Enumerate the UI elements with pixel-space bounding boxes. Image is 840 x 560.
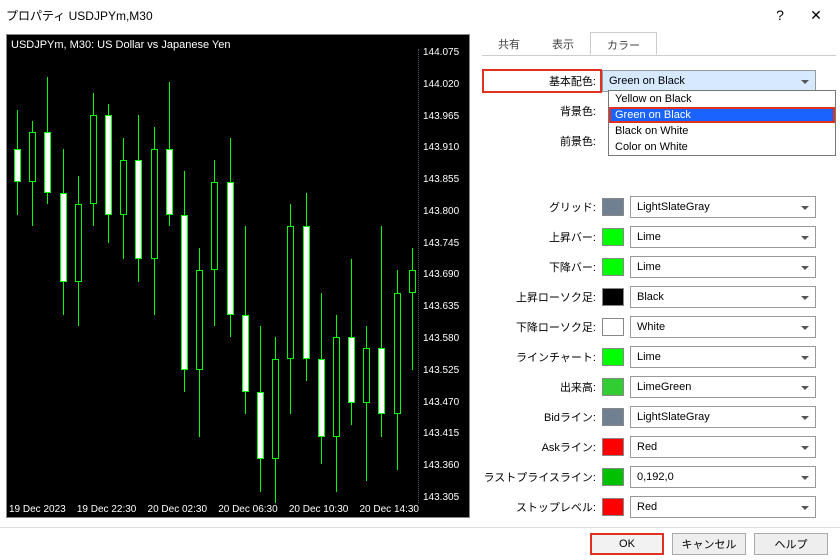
y-tick: 143.305	[419, 492, 467, 503]
option-black-on-white[interactable]: Black on White	[609, 123, 835, 139]
volume-swatch[interactable]	[602, 378, 624, 396]
ok-button[interactable]: OK	[590, 533, 664, 555]
option-green-on-black[interactable]: Green on Black	[609, 107, 835, 123]
window-title: プロパティ USDJPYm,M30	[6, 7, 762, 24]
stop-swatch[interactable]	[602, 498, 624, 516]
y-tick: 143.580	[419, 333, 467, 344]
ask-swatch[interactable]	[602, 438, 624, 456]
option-yellow-on-black[interactable]: Yellow on Black	[609, 91, 835, 107]
grid-swatch[interactable]	[602, 198, 624, 216]
linechart-dropdown[interactable]: Lime	[630, 346, 816, 368]
volume-label: 出来高:	[482, 379, 602, 395]
settings-panel: 共有 表示 カラー 基本配色: Green on Black 背景色: 前景色:…	[476, 30, 840, 527]
dialog-footer: OK キャンセル ヘルプ	[0, 527, 840, 559]
y-tick: 144.020	[419, 79, 467, 90]
x-tick: 20 Dec 06:30	[218, 504, 278, 517]
grid-label: グリッド:	[482, 199, 602, 215]
cand-up-swatch[interactable]	[602, 288, 624, 306]
ask-dropdown[interactable]: Red	[630, 436, 816, 458]
y-tick: 143.800	[419, 206, 467, 217]
y-tick: 143.470	[419, 397, 467, 408]
cand-dn-swatch[interactable]	[602, 318, 624, 336]
last-swatch[interactable]	[602, 468, 624, 486]
stop-dropdown[interactable]: Red	[630, 496, 816, 518]
chart-preview: USDJPYm, M30: US Dollar vs Japanese Yen …	[6, 34, 470, 518]
tabstrip: 共有 表示 カラー	[482, 32, 836, 56]
bid-swatch[interactable]	[602, 408, 624, 426]
last-label: ラストプライスライン:	[482, 469, 602, 485]
close-button[interactable]: ✕	[798, 1, 834, 29]
tab-view[interactable]: 表示	[536, 32, 590, 55]
x-tick: 20 Dec 14:30	[360, 504, 420, 517]
cancel-button[interactable]: キャンセル	[672, 533, 746, 555]
bar-dn-dropdown[interactable]: Lime	[630, 256, 816, 278]
bid-dropdown[interactable]: LightSlateGray	[630, 406, 816, 428]
volume-dropdown[interactable]: LimeGreen	[630, 376, 816, 398]
bid-label: Bidライン:	[482, 409, 602, 425]
scheme-label: 基本配色:	[482, 69, 602, 93]
bar-dn-swatch[interactable]	[602, 258, 624, 276]
y-tick: 143.855	[419, 174, 467, 185]
cand-up-dropdown[interactable]: Black	[630, 286, 816, 308]
fg-label: 前景色:	[482, 133, 602, 149]
scheme-dropdown[interactable]: Green on Black	[602, 70, 816, 92]
option-color-on-white[interactable]: Color on White	[609, 139, 835, 155]
help-button[interactable]: ?	[762, 1, 798, 29]
bar-up-label: 上昇バー:	[482, 229, 602, 245]
x-tick: 20 Dec 02:30	[148, 504, 208, 517]
ask-label: Askライン:	[482, 439, 602, 455]
y-tick: 143.910	[419, 142, 467, 153]
y-tick: 143.635	[419, 301, 467, 312]
linechart-label: ラインチャート:	[482, 349, 602, 365]
bar-dn-label: 下降バー:	[482, 259, 602, 275]
x-tick: 19 Dec 22:30	[77, 504, 137, 517]
linechart-swatch[interactable]	[602, 348, 624, 366]
scheme-options: Yellow on Black Green on Black Black on …	[608, 90, 836, 156]
y-tick: 144.075	[419, 47, 467, 58]
y-tick: 143.415	[419, 428, 467, 439]
y-tick: 143.745	[419, 238, 467, 249]
help-button-footer[interactable]: ヘルプ	[754, 533, 828, 555]
y-tick: 143.360	[419, 460, 467, 471]
titlebar: プロパティ USDJPYm,M30 ? ✕	[0, 0, 840, 30]
bg-label: 背景色:	[482, 103, 602, 119]
stop-label: ストップレベル:	[482, 499, 602, 515]
cand-dn-dropdown[interactable]: White	[630, 316, 816, 338]
last-dropdown[interactable]: 0,192,0	[630, 466, 816, 488]
x-tick: 20 Dec 10:30	[289, 504, 349, 517]
x-tick: 19 Dec 2023	[9, 504, 66, 517]
cand-dn-label: 下降ローソク足:	[482, 319, 602, 335]
y-tick: 143.525	[419, 365, 467, 376]
y-tick: 143.965	[419, 111, 467, 122]
y-tick: 143.690	[419, 269, 467, 280]
grid-dropdown[interactable]: LightSlateGray	[630, 196, 816, 218]
bar-up-swatch[interactable]	[602, 228, 624, 246]
bar-up-dropdown[interactable]: Lime	[630, 226, 816, 248]
tab-color[interactable]: カラー	[590, 32, 657, 55]
cand-up-label: 上昇ローソク足:	[482, 289, 602, 305]
tab-share[interactable]: 共有	[482, 32, 536, 55]
